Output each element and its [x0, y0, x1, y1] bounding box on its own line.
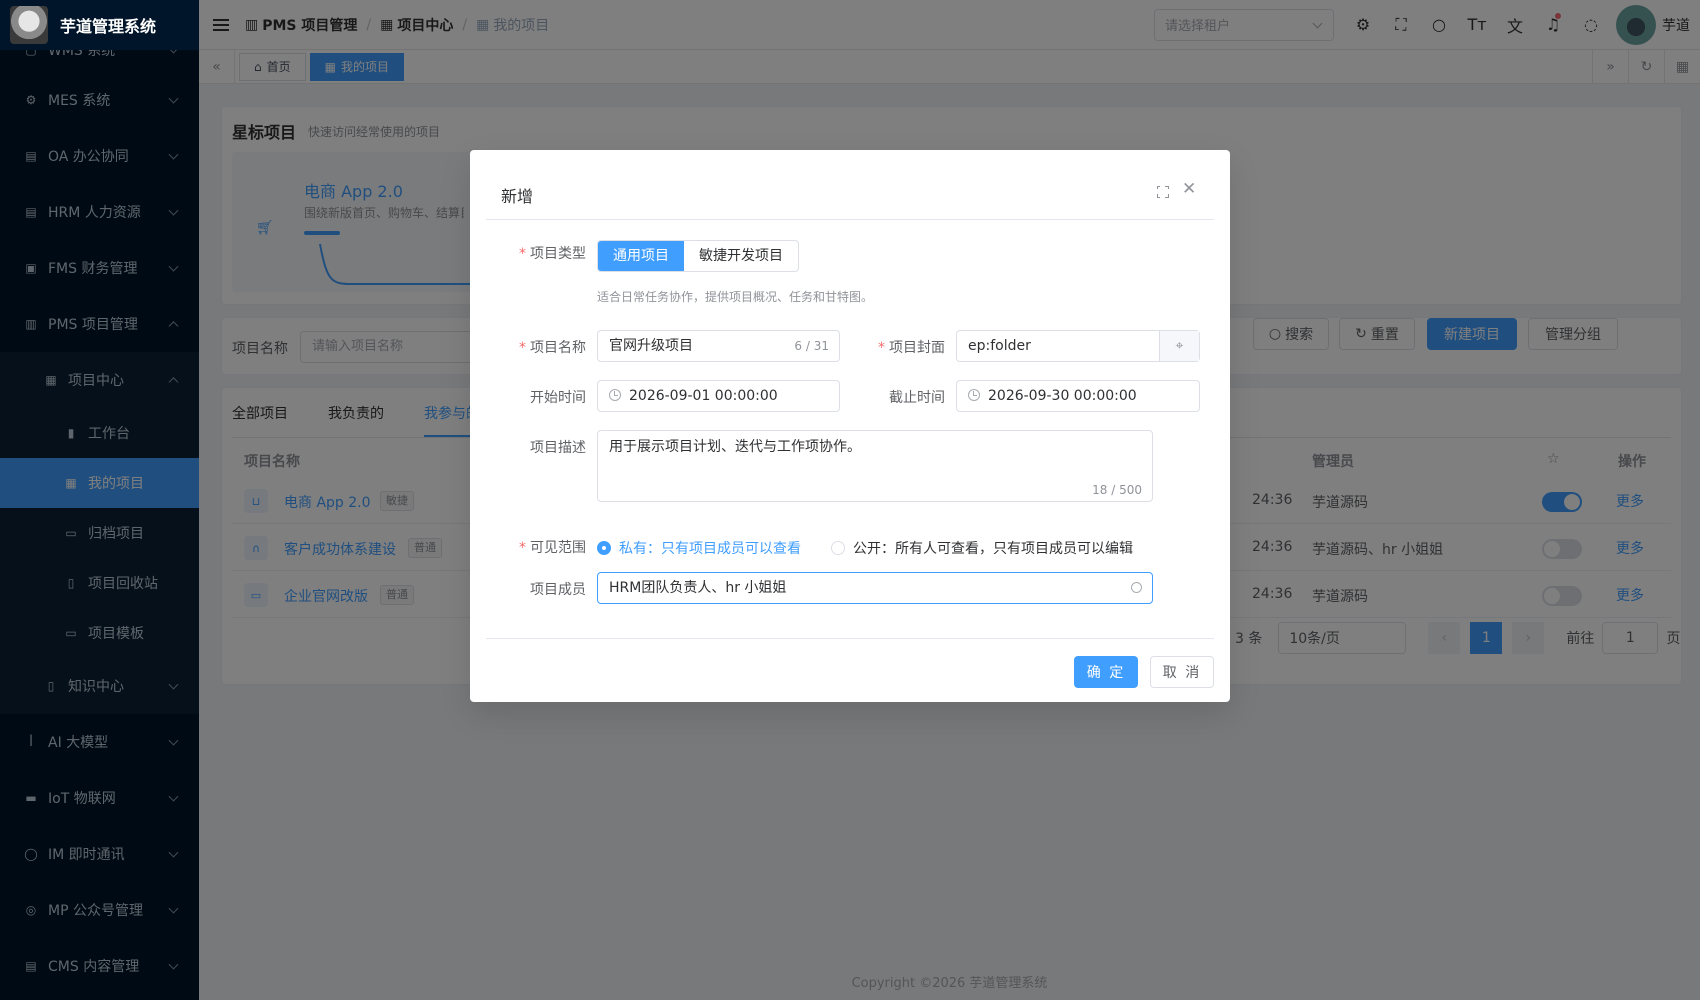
cancel-button[interactable]: 取 消	[1150, 656, 1214, 688]
project-name-input[interactable]: 官网升级项目 6 / 31	[597, 330, 840, 362]
project-cover-input[interactable]: ep:folder ⌖	[956, 330, 1200, 362]
logo[interactable]: 芋道管理系统	[0, 0, 199, 50]
project-description-textarea[interactable]: 用于展示项目计划、迭代与工作项协作。 18 / 500	[597, 430, 1153, 502]
desc-label: 项目描述	[530, 440, 586, 456]
end-time-picker[interactable]: 2026-09-30 00:00:00	[956, 380, 1200, 412]
clock-icon	[609, 389, 621, 401]
type-hint: 适合日常任务协作，提供项目概况、任务和甘特图。	[597, 290, 874, 304]
search-icon[interactable]	[1131, 582, 1142, 593]
cover-label: * 项目封面	[878, 340, 945, 356]
confirm-button[interactable]: 确 定	[1074, 656, 1138, 688]
start-label: 开始时间	[530, 390, 586, 406]
scope-label: * 可见范围	[519, 540, 586, 556]
name-char-count: 6 / 31	[794, 339, 829, 353]
dialog-header-divider	[486, 219, 1214, 220]
logo-image	[10, 6, 48, 44]
name-label: * 项目名称	[519, 340, 586, 356]
project-type-selector: 通用项目 敏捷开发项目	[597, 240, 799, 272]
clock-icon	[968, 389, 980, 401]
type-option-agile[interactable]: 敏捷开发项目	[684, 241, 798, 271]
end-label: 截止时间	[889, 390, 945, 406]
scope-private-radio[interactable]: 私有：只有项目成员可以查看	[597, 538, 801, 558]
dialog-footer-divider	[486, 638, 1214, 639]
new-project-dialog: 新增 ✕ * 项目类型 通用项目 敏捷开发项目 适合日常任务协作，提供项目概况、任…	[470, 150, 1230, 702]
member-label: 项目成员	[530, 582, 586, 598]
location-icon[interactable]: ⌖	[1159, 331, 1199, 361]
type-option-general[interactable]: 通用项目	[598, 241, 684, 271]
desc-char-count: 18 / 500	[1092, 483, 1142, 497]
project-members-input[interactable]: HRM团队负责人、hr 小姐姐	[597, 572, 1153, 604]
close-icon[interactable]: ✕	[1182, 181, 1196, 198]
scope-public-radio[interactable]: 公开：所有人可查看，只有项目成员可以编辑	[831, 538, 1133, 558]
app-title: 芋道管理系统	[60, 17, 157, 36]
fullscreen-icon[interactable]	[1156, 185, 1169, 198]
type-label: * 项目类型	[519, 246, 586, 262]
start-time-picker[interactable]: 2026-09-01 00:00:00	[597, 380, 840, 412]
dialog-title: 新增	[501, 187, 534, 206]
